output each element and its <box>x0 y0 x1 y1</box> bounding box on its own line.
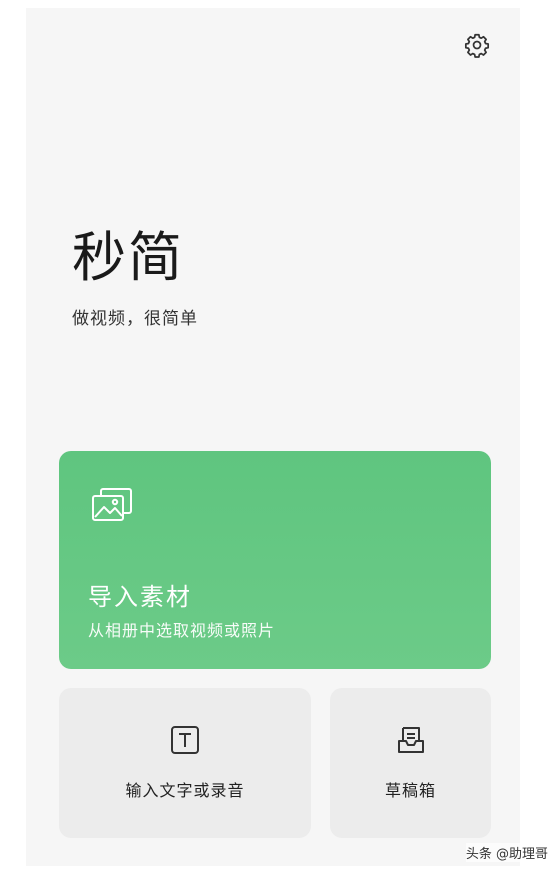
text-t-icon <box>171 726 199 754</box>
brand-block: 秒简 做视频，很简单 <box>72 226 198 329</box>
app-tagline: 做视频，很简单 <box>72 309 198 329</box>
import-media-card[interactable]: 导入素材 从相册中选取视频或照片 <box>59 451 491 669</box>
import-subtitle: 从相册中选取视频或照片 <box>88 621 276 640</box>
app-screen: 秒简 做视频，很简单 导入素材 从相册中选取视频或照片 输入文字或录音 草稿箱 <box>26 8 520 866</box>
import-title: 导入素材 <box>88 583 192 611</box>
gear-icon <box>464 33 490 58</box>
drafts-label: 草稿箱 <box>384 781 436 800</box>
app-logo: 秒简 <box>72 226 184 289</box>
text-or-record-label: 输入文字或录音 <box>125 781 245 800</box>
watermark: 头条 @助理哥 <box>465 843 548 862</box>
settings-button[interactable] <box>462 30 492 60</box>
drafts-button[interactable]: 草稿箱 <box>330 688 491 838</box>
image-gallery-icon <box>92 488 132 521</box>
drafts-box-icon <box>397 727 424 753</box>
text-or-record-button[interactable]: 输入文字或录音 <box>59 688 311 838</box>
